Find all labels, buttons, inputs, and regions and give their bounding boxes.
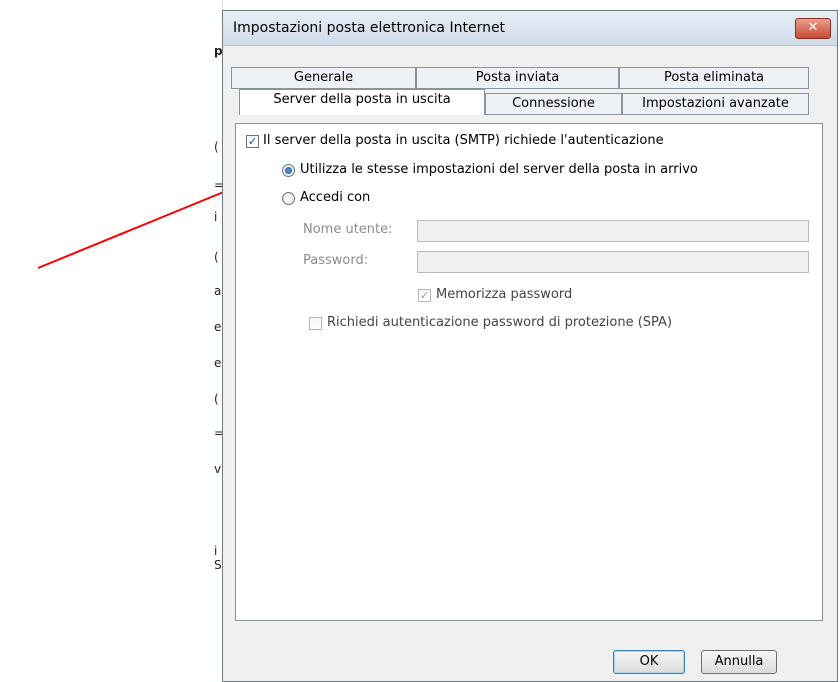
- spa-checkbox[interactable]: [309, 317, 322, 330]
- tab-posta-inviata[interactable]: Posta inviata: [416, 67, 619, 89]
- dialog-title: Impostazioni posta elettronica Internet: [233, 20, 506, 36]
- tab-connessione[interactable]: Connessione: [485, 93, 622, 115]
- tab-posta-eliminata[interactable]: Posta eliminata: [619, 67, 809, 89]
- close-button[interactable]: ✕: [795, 18, 831, 39]
- use-same-settings-radio[interactable]: [282, 164, 295, 177]
- remember-password-label: Memorizza password: [436, 287, 573, 302]
- login-with-radio[interactable]: [282, 192, 295, 205]
- remember-password-checkbox[interactable]: ✓: [418, 289, 431, 302]
- tab-server-posta-uscita[interactable]: Server della posta in uscita: [239, 89, 485, 115]
- password-field[interactable]: [417, 251, 809, 273]
- username-label: Nome utente:: [303, 222, 393, 237]
- title-bar[interactable]: Impostazioni posta elettronica Internet …: [223, 11, 837, 46]
- ok-button[interactable]: OK: [613, 650, 685, 674]
- password-label: Password:: [303, 253, 369, 268]
- radio-selected-dot: [285, 167, 292, 174]
- internet-email-settings-dialog: Impostazioni posta elettronica Internet …: [222, 10, 838, 682]
- login-with-label: Accedi con: [300, 190, 371, 205]
- tab-generale[interactable]: Generale: [231, 67, 416, 89]
- cancel-button[interactable]: Annulla: [701, 650, 777, 674]
- smtp-auth-label: Il server della posta in uscita (SMTP) r…: [263, 133, 664, 148]
- outgoing-server-panel: ✓ Il server della posta in uscita (SMTP)…: [235, 123, 823, 621]
- smtp-auth-checkbox[interactable]: ✓: [246, 135, 259, 148]
- spa-label: Richiedi autenticazione password di prot…: [327, 315, 673, 330]
- tab-impostazioni-avanzate[interactable]: Impostazioni avanzate: [622, 93, 809, 115]
- username-field[interactable]: [417, 220, 809, 242]
- use-same-settings-label: Utilizza le stesse impostazioni del serv…: [300, 162, 698, 177]
